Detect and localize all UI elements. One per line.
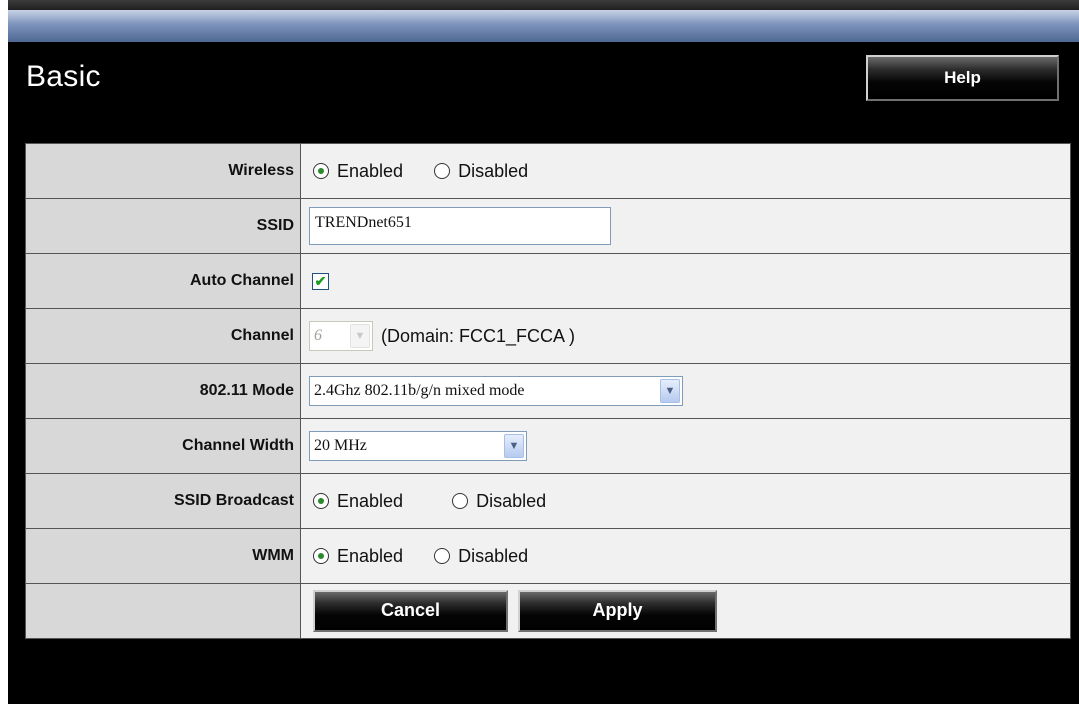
channel-row: Channel 6 ▼ (Domain: FCC1_FCCA )	[25, 308, 1071, 364]
top-banner-bar	[8, 10, 1079, 42]
auto-channel-label: Auto Channel	[25, 253, 301, 309]
auto-channel-checkbox[interactable]: ✔	[312, 273, 329, 291]
channel-width-select-value: 20 MHz	[314, 437, 367, 454]
ssid-broadcast-label: SSID Broadcast	[25, 473, 301, 529]
chevron-down-icon: ▼	[504, 434, 524, 458]
mode-label: 802.11 Mode	[25, 363, 301, 419]
wireless-disabled-radio[interactable]	[434, 163, 451, 180]
chevron-down-icon: ▼	[660, 379, 680, 403]
ssid-broadcast-disabled-label: Disabled	[476, 490, 547, 511]
wmm-value: Enabled Disabled	[300, 528, 1071, 584]
wmm-disabled-radio[interactable]	[434, 548, 451, 565]
mode-value: 2.4Ghz 802.11b/g/n mixed mode ▼	[300, 363, 1071, 419]
actions-row: Cancel Apply	[25, 583, 1071, 639]
apply-button[interactable]: Apply	[518, 590, 717, 632]
ssid-broadcast-row: SSID Broadcast Enabled Disabled	[25, 473, 1071, 529]
wmm-row: WMM Enabled Disabled	[25, 528, 1071, 584]
top-shadow	[8, 0, 1079, 10]
wireless-enabled-radio[interactable]	[313, 163, 329, 180]
channel-width-select[interactable]: 20 MHz ▼	[309, 431, 527, 461]
ssid-input[interactable]: TRENDnet651	[309, 207, 611, 245]
channel-select-value: 6	[314, 327, 322, 344]
ssid-broadcast-value: Enabled Disabled	[300, 473, 1071, 529]
wmm-disabled-label: Disabled	[458, 545, 529, 566]
channel-select[interactable]: 6 ▼	[309, 321, 373, 351]
channel-width-row: Channel Width 20 MHz ▼	[25, 418, 1071, 474]
channel-width-label: Channel Width	[25, 418, 301, 474]
channel-domain-text: (Domain: FCC1_FCCA )	[381, 325, 576, 346]
wireless-disabled-label: Disabled	[458, 160, 529, 181]
ssid-broadcast-enabled-label: Enabled	[337, 490, 404, 511]
mode-select[interactable]: 2.4Ghz 802.11b/g/n mixed mode ▼	[309, 376, 683, 406]
ssid-label: SSID	[25, 198, 301, 254]
channel-value: 6 ▼ (Domain: FCC1_FCCA )	[300, 308, 1071, 364]
ssid-row: SSID TRENDnet651	[25, 198, 1071, 254]
ssid-broadcast-disabled-radio[interactable]	[452, 493, 469, 510]
basic-wireless-settings-table: Wireless Enabled Disabled SSID TRENDnet6…	[25, 143, 1071, 639]
chevron-down-icon: ▼	[350, 324, 370, 348]
ssid-broadcast-enabled-radio[interactable]	[313, 493, 329, 510]
auto-channel-row: Auto Channel ✔	[25, 253, 1071, 309]
page-title: Basic	[26, 60, 101, 93]
mode-select-value: 2.4Ghz 802.11b/g/n mixed mode	[314, 382, 525, 399]
wireless-enabled-label: Enabled	[337, 160, 404, 181]
wireless-row: Wireless Enabled Disabled	[25, 143, 1071, 199]
actions-label-cell	[25, 583, 301, 639]
help-button[interactable]: Help	[866, 55, 1059, 101]
wireless-value: Enabled Disabled	[300, 143, 1071, 199]
actions-cell: Cancel Apply	[300, 583, 1071, 639]
auto-channel-value: ✔	[300, 253, 1071, 309]
mode-row: 802.11 Mode 2.4Ghz 802.11b/g/n mixed mod…	[25, 363, 1071, 419]
wmm-label: WMM	[25, 528, 301, 584]
wmm-enabled-radio[interactable]	[313, 548, 329, 565]
router-config-frame: Basic Help Wireless Enabled Disabled SSI…	[8, 0, 1079, 704]
channel-width-value: 20 MHz ▼	[300, 418, 1071, 474]
wireless-label: Wireless	[25, 143, 301, 199]
cancel-button[interactable]: Cancel	[313, 590, 508, 632]
ssid-value: TRENDnet651	[300, 198, 1071, 254]
wmm-enabled-label: Enabled	[337, 545, 404, 566]
channel-label: Channel	[25, 308, 301, 364]
